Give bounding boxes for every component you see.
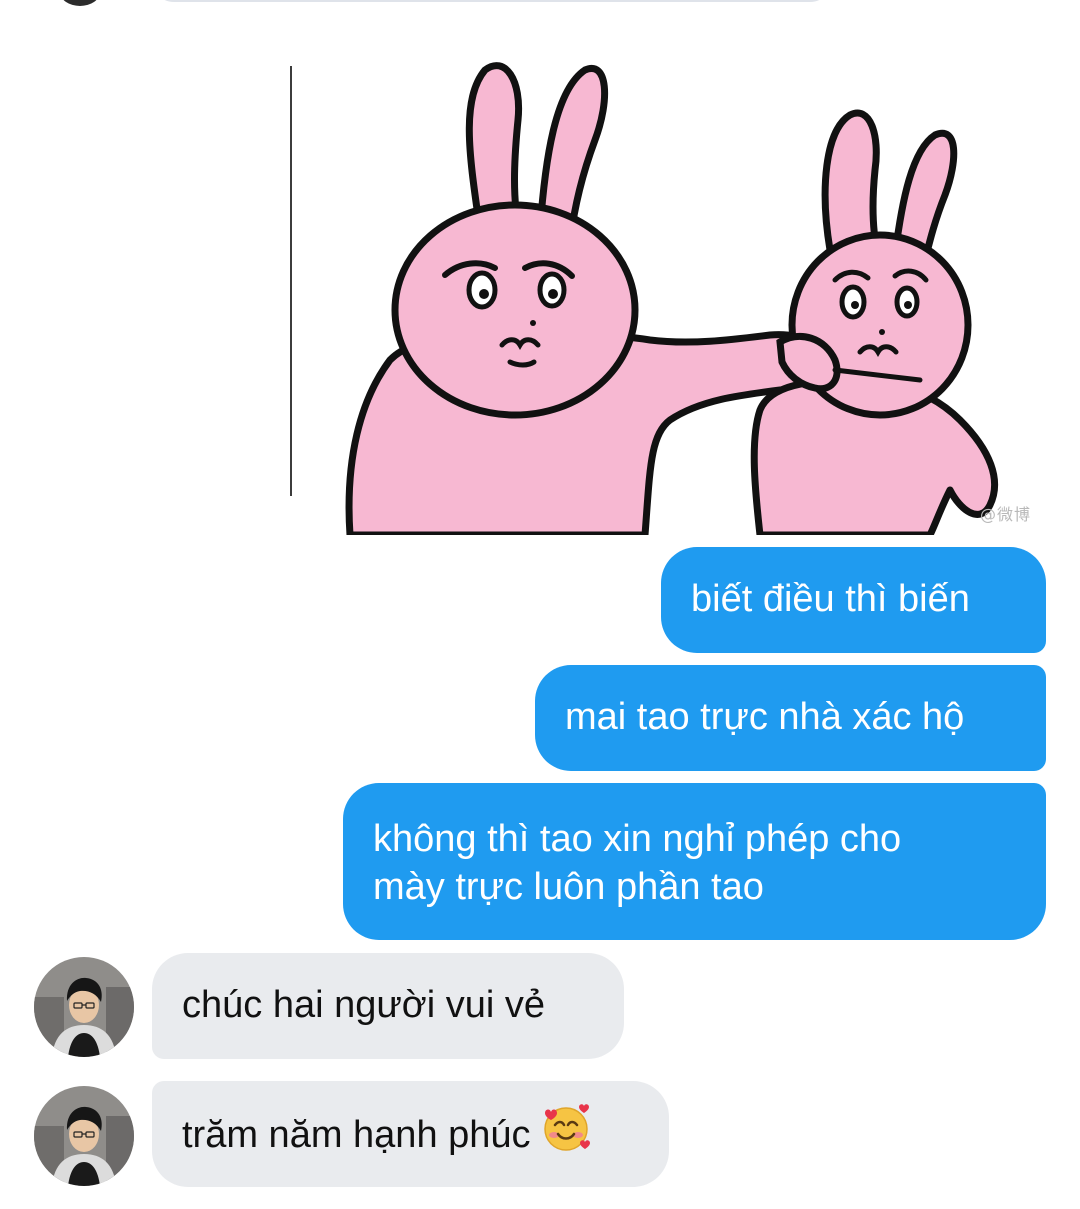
message-text-line: không thì tao xin nghỉ phép cho	[373, 818, 902, 860]
message-text: chúc hai người vui vẻ	[182, 984, 545, 1026]
outgoing-message-bubble[interactable]: biết điều thì biến	[661, 547, 1046, 653]
incoming-message-bubble[interactable]: trăm năm hạnh phúc	[152, 1081, 669, 1187]
pink-rabbits-pushing-sticker	[345, 62, 999, 535]
message-text-line: mày trực luôn phần tao	[373, 866, 764, 908]
previous-avatar[interactable]	[60, 0, 100, 6]
outgoing-message-bubble[interactable]: không thì tao xin nghỉ phép cho mày trực…	[343, 783, 1046, 940]
avatar-photo	[34, 1086, 134, 1186]
avatar[interactable]	[34, 1086, 134, 1186]
smiling-face-with-hearts-icon	[541, 1103, 591, 1165]
previous-message-bubble[interactable]	[152, 0, 832, 2]
outgoing-message-bubble[interactable]: mai tao trực nhà xác hộ	[535, 665, 1046, 771]
message-text: biết điều thì biến	[691, 578, 970, 620]
sticker-watermark: @微博	[979, 505, 1031, 524]
avatar[interactable]	[34, 957, 134, 1057]
sticker-message[interactable]: @微博	[290, 40, 1045, 535]
message-text: mai tao trực nhà xác hộ	[565, 696, 965, 738]
avatar-photo	[34, 957, 134, 1057]
message-text: trăm năm hạnh phúc	[182, 1114, 531, 1157]
incoming-message-bubble[interactable]: chúc hai người vui vẻ	[152, 953, 624, 1059]
sticker-border	[290, 66, 292, 496]
